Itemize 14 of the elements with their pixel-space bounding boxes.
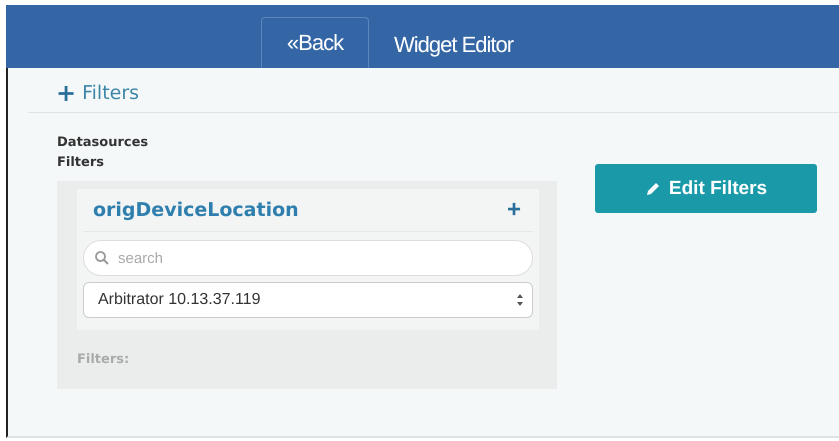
edit-filters-button[interactable]: Edit Filters	[595, 164, 817, 213]
expand-toggle[interactable]: +	[56, 83, 76, 103]
back-button[interactable]: «Back	[261, 17, 369, 68]
search-field[interactable]: search	[83, 240, 533, 276]
add-button[interactable]: +	[506, 200, 521, 220]
location-select[interactable]: Arbitrator 10.13.37.119	[83, 282, 533, 318]
filters-heading: Filters	[57, 154, 105, 172]
select-arrows-icon	[516, 293, 524, 307]
filters-label: Filters:	[77, 352, 130, 367]
field-name: origDeviceLocation	[93, 199, 299, 221]
datasources-heading: Datasources	[57, 134, 150, 152]
pencil-icon	[644, 180, 661, 196]
section-title: Filters	[82, 82, 140, 104]
page-title: Widget Editor	[394, 32, 514, 58]
